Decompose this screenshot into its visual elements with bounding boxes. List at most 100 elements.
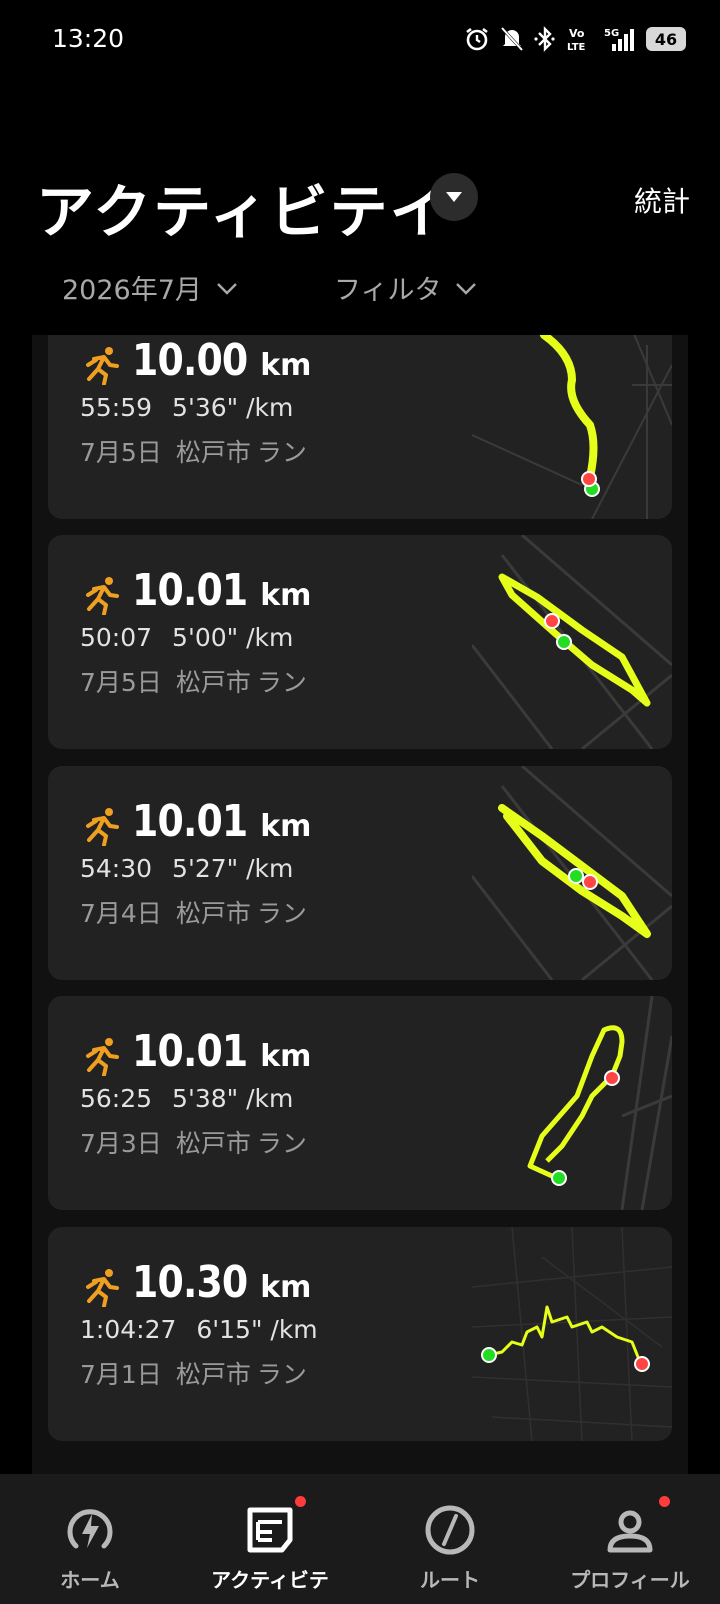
route-map	[472, 1227, 672, 1441]
runner-icon	[82, 1036, 122, 1080]
alarm-icon	[464, 26, 490, 52]
route-map	[472, 766, 672, 980]
bottom-nav: ホーム アクティビテ ルート プロフィール	[0, 1474, 720, 1604]
route-line	[488, 1305, 642, 1363]
meta-row: 7月5日 松戸市 ラン	[80, 433, 307, 469]
meta-row: 7月3日 松戸市 ラン	[80, 1124, 307, 1160]
activity-icon	[242, 1496, 306, 1558]
duration: 1:04:27	[80, 1315, 177, 1344]
end-marker	[634, 1356, 650, 1372]
end-marker	[582, 874, 598, 890]
meta-row: 7月5日 松戸市 ラン	[80, 663, 307, 699]
activity-type: ラン	[256, 668, 307, 697]
distance-value: 10.00	[132, 335, 248, 386]
nav-label: アクティビテ	[211, 1568, 329, 1592]
date: 7月5日	[80, 668, 162, 697]
stats-row: 54:30 5'27" /km	[80, 854, 293, 883]
nav-route[interactable]: ルート	[375, 1502, 525, 1593]
distance-row: 10.01 km	[132, 565, 311, 616]
activity-card[interactable]: 10.01 km 50:07 5'00" /km 7月5日 松戸市 ラン	[48, 535, 672, 749]
svg-text:Vo: Vo	[569, 27, 585, 40]
location: 松戸市	[175, 668, 251, 697]
nav-label: プロフィール	[570, 1568, 690, 1592]
activity-type: ラン	[256, 1129, 307, 1158]
pace: 5'27" /km	[172, 854, 294, 883]
caret-down-icon	[445, 188, 463, 207]
stats-row: 56:25 5'38" /km	[80, 1084, 293, 1113]
distance-unit: km	[260, 1039, 312, 1074]
chevron-down-icon	[216, 272, 238, 303]
pace: 6'15" /km	[196, 1315, 318, 1344]
activity-type: ラン	[256, 899, 307, 928]
bluetooth-icon	[534, 26, 556, 52]
stats-button[interactable]: 統計	[634, 180, 690, 220]
title-dropdown-button[interactable]	[430, 173, 478, 221]
end-marker	[581, 471, 597, 487]
person-icon	[602, 1496, 670, 1558]
end-marker	[604, 1070, 620, 1086]
activity-card[interactable]: 10.01 km 56:25 5'38" /km 7月3日 松戸市 ラン	[48, 996, 672, 1210]
page-title: アクティビテイ	[36, 178, 450, 246]
distance-row: 10.01 km	[132, 796, 311, 847]
distance-unit: km	[260, 578, 312, 613]
pace: 5'36" /km	[172, 393, 294, 422]
duration: 56:25	[80, 1084, 153, 1113]
location: 松戸市	[175, 1129, 251, 1158]
bolt-icon	[62, 1502, 118, 1558]
activity-card[interactable]: 10.00 km 55:59 5'36" /km 7月5日 松戸市 ラン	[48, 335, 672, 519]
nav-profile[interactable]: プロフィール	[555, 1496, 705, 1593]
activity-card[interactable]: 10.01 km 54:30 5'27" /km 7月4日 松戸市 ラン	[48, 766, 672, 980]
date: 7月1日	[80, 1360, 162, 1389]
end-marker	[544, 613, 560, 629]
duration: 54:30	[80, 854, 153, 883]
duration: 55:59	[80, 393, 153, 422]
distance-value: 10.01	[132, 1026, 248, 1077]
pace: 5'00" /km	[172, 623, 294, 652]
start-marker	[481, 1347, 497, 1363]
chevron-down-icon	[455, 272, 477, 303]
route-line	[540, 335, 598, 481]
filter-selector[interactable]: フィルタ	[334, 268, 477, 307]
runner-icon	[82, 1267, 122, 1311]
volte-icon: Vo LTE	[566, 26, 592, 52]
distance-row: 10.01 km	[132, 1026, 311, 1077]
distance-row: 10.00 km	[132, 335, 311, 386]
runner-icon	[82, 806, 122, 850]
distance-value: 10.01	[132, 565, 248, 616]
filter-bar: 2026年7月 フィルタ	[62, 268, 662, 312]
pace: 5'38" /km	[172, 1084, 294, 1113]
activity-list[interactable]: 10.00 km 55:59 5'36" /km 7月5日 松戸市 ラン 10.…	[32, 335, 688, 1475]
date: 7月4日	[80, 899, 162, 928]
date: 7月5日	[80, 438, 162, 467]
route-line	[527, 1025, 625, 1179]
nav-label: ルート	[420, 1568, 480, 1592]
activity-card[interactable]: 10.30 km 1:04:27 6'15" /km 7月1日 松戸市 ラン	[48, 1227, 672, 1441]
route-map	[527, 996, 672, 1210]
month-selector[interactable]: 2026年7月	[62, 268, 238, 307]
start-marker	[551, 1170, 567, 1186]
activity-type: ラン	[256, 1360, 307, 1389]
status-icons: Vo LTE 5G 46	[464, 26, 686, 52]
route-line	[498, 573, 651, 707]
battery-icon: 46	[646, 27, 686, 51]
start-marker	[556, 634, 572, 650]
distance-value: 10.01	[132, 796, 248, 847]
meta-row: 7月1日 松戸市 ラン	[80, 1355, 307, 1391]
location: 松戸市	[175, 438, 251, 467]
distance-value: 10.30	[132, 1257, 248, 1308]
runner-icon	[82, 345, 122, 389]
runner-icon	[82, 575, 122, 619]
bell-off-icon	[500, 26, 524, 52]
date: 7月3日	[80, 1129, 162, 1158]
nav-label: ホーム	[60, 1568, 120, 1592]
notification-dot	[659, 1496, 670, 1507]
5g-signal-icon: 5G	[602, 26, 636, 52]
page-header: アクティビテイ 統計	[36, 165, 690, 246]
nav-activity[interactable]: アクティビテ	[195, 1496, 345, 1593]
status-bar: 13:20 Vo LTE 5G 46	[0, 0, 720, 80]
stats-row: 55:59 5'36" /km	[80, 393, 293, 422]
start-marker	[568, 868, 584, 884]
location: 松戸市	[175, 1360, 251, 1389]
nav-home[interactable]: ホーム	[15, 1502, 165, 1593]
distance-row: 10.30 km	[132, 1257, 311, 1308]
